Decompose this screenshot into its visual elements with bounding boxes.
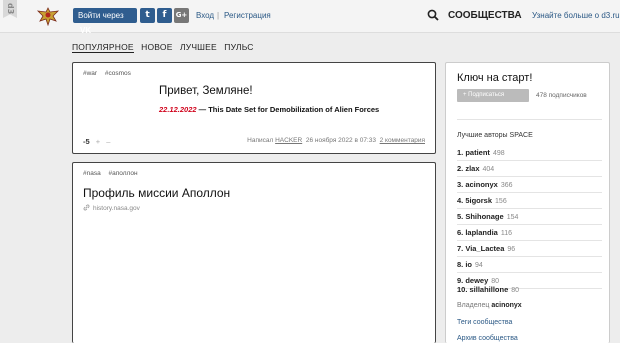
tag-link[interactable]: #nasa [83,170,101,177]
post-date: 26 ноября 2022 в 07:33 [305,137,376,144]
vote-up-button[interactable]: + [96,137,100,146]
tag-link[interactable]: #аполлон [109,170,138,177]
post-card: #war #cosmos Привет, Земляне! 22.12.2022… [72,62,436,154]
post-meta: Написал HACKER 26 ноября 2022 в 07:33 2 … [247,137,425,144]
divider [457,240,602,241]
author-item[interactable]: 6. laplandia 116 [457,228,512,237]
d3-badge[interactable]: d3 [3,0,17,18]
subscriber-count: 478 подписчиков [536,92,587,99]
author-item[interactable]: 7. Via_Lactea 96 [457,244,515,253]
communities-link[interactable]: СООБЩЕСТВА [448,10,522,21]
post-sub-text: — This Date Set for Demobilization of Al… [196,105,380,114]
login-link[interactable]: Вход [196,11,214,20]
written-by-label: Написал [247,137,274,144]
tab-best[interactable]: ЛУЧШЕЕ [180,42,217,52]
learn-more-link[interactable]: Узнайте больше о d3.ru [532,11,620,20]
divider [457,272,602,273]
post-source-link[interactable]: history.nasa.gov [83,204,140,212]
subscribe-label: Подписаться [468,92,505,98]
top-authors-heading: Лучшие авторы SPACE [457,132,533,139]
tab-new[interactable]: НОВОЕ [141,42,172,52]
feed-tabs: ПОПУЛЯРНОЕ НОВОЕ ЛУЧШЕЕ ПУЛЬС [72,42,259,53]
post-sub-date: 22.12.2022 [159,105,197,114]
login-vk-button[interactable]: Войти через VK [73,8,137,35]
register-link[interactable]: Регистрация [224,11,271,20]
author-item[interactable]: 9. dewey 80 [457,276,499,285]
tab-pulse[interactable]: ПУЛЬС [224,42,253,52]
nav-separator: | [217,11,220,20]
post-rating: -5 [83,137,90,146]
author-item[interactable]: 2. zlax 404 [457,164,494,173]
divider [457,176,602,177]
post-subtitle: 22.12.2022 — This Date Set for Demobiliz… [159,105,379,114]
community-archive-link[interactable]: Архив сообщества [457,335,518,342]
login-via-label: Войти через [78,11,124,20]
post-votes: -5 + – [83,137,110,146]
tag-link[interactable]: #cosmos [105,70,131,77]
author-item[interactable]: 3. acinonyx 366 [457,180,513,189]
post-tags: #war #cosmos [83,70,137,77]
facebook-icon[interactable]: f [157,8,172,23]
search-icon[interactable] [427,9,439,21]
top-bar: d3 Войти через VK t f G+ Вход | Регистра… [0,0,620,35]
community-owner: Владелец acinonyx [457,302,522,309]
post-source-domain: history.nasa.gov [93,205,140,212]
divider [457,192,602,193]
divider [457,208,602,209]
tab-popular[interactable]: ПОПУЛЯРНОЕ [72,42,134,53]
tag-link[interactable]: #war [83,70,97,77]
author-item[interactable]: 10. sillahillone 80 [457,285,519,294]
community-sidebar: Ключ на старт! + Подписаться 478 подписч… [445,62,610,343]
author-item[interactable]: 8. io 94 [457,260,483,269]
post-card: #nasa #аполлон Профиль миссии Аполлон hi… [72,162,436,343]
divider [457,160,602,161]
author-item[interactable]: 1. patient 498 [457,148,505,157]
divider [457,256,602,257]
post-title[interactable]: Привет, Земляне! [159,85,253,97]
community-title[interactable]: Ключ на старт! [457,72,532,84]
vk-icon: VK [80,26,92,35]
eagle-logo-icon[interactable] [36,6,60,26]
comments-link[interactable]: 2 комментария [380,137,425,144]
twitter-icon[interactable]: t [140,8,155,23]
community-tags-link[interactable]: Теги сообщества [457,319,512,326]
subscribe-button[interactable]: + Подписаться [457,89,529,102]
link-icon [83,204,90,211]
author-link[interactable]: HACKER [275,137,302,144]
owner-link[interactable]: acinonyx [491,302,521,309]
author-item[interactable]: 5. Shihonage 154 [457,212,518,221]
owner-label: Владелец [457,302,490,309]
post-title[interactable]: Профиль миссии Аполлон [83,186,230,200]
vote-down-button[interactable]: – [106,137,110,146]
author-item[interactable]: 4. 5igorsk 156 [457,196,507,205]
post-tags: #nasa #аполлон [83,170,144,177]
divider [457,224,602,225]
google-plus-icon[interactable]: G+ [174,8,189,23]
divider [457,119,602,120]
